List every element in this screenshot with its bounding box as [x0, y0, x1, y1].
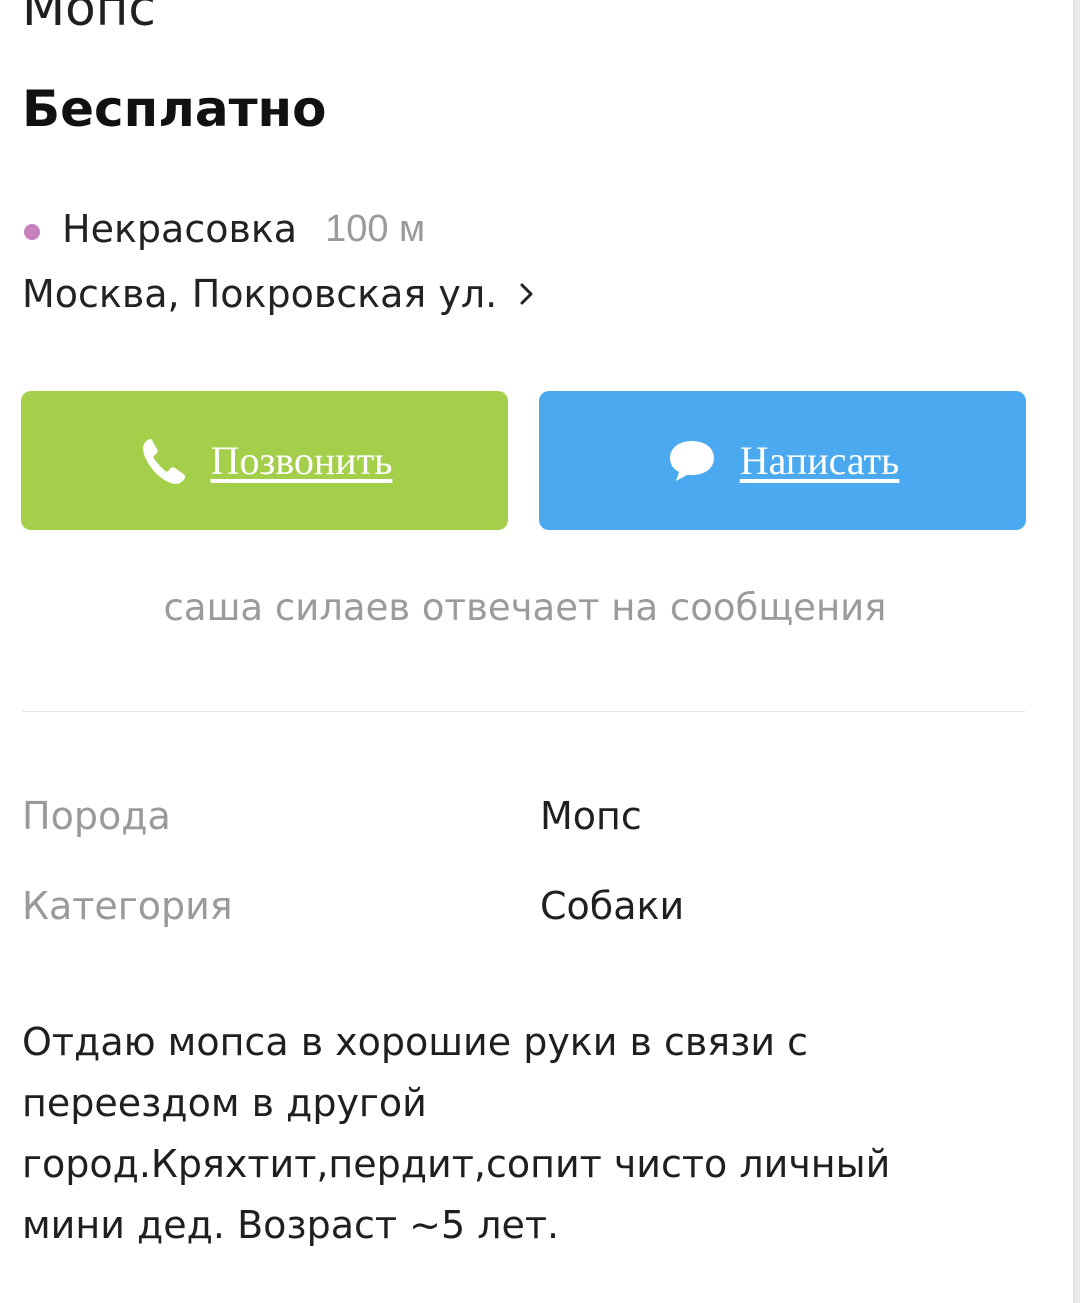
metro-distance: 100 м	[325, 207, 426, 250]
listing-title: Мопс	[22, 0, 156, 37]
param-value-category: Собаки	[540, 884, 685, 928]
address-link[interactable]: Москва, Покровская ул.	[22, 268, 539, 320]
write-button-label: Написать	[739, 438, 900, 483]
description-line: мини дед. Возраст ~5 лет.	[22, 1203, 560, 1247]
description-line: переездом в другой	[22, 1081, 427, 1125]
metro-info: Некрасовка 100 м	[24, 204, 425, 254]
metro-line-dot-icon	[24, 224, 40, 240]
param-label-breed: Порода	[22, 794, 171, 838]
page-edge	[1073, 0, 1080, 1303]
param-label-category: Категория	[22, 884, 233, 928]
chevron-right-icon	[520, 283, 533, 305]
call-button[interactable]: Позвонить	[21, 391, 508, 530]
address-text: Москва, Покровская ул.	[22, 272, 498, 316]
listing-description: Отдаю мопса в хорошие руки в связи с пер…	[22, 1012, 1022, 1256]
param-value-breed: Мопс	[540, 794, 642, 838]
description-line: Отдаю мопса в хорошие руки в связи с	[22, 1020, 809, 1064]
chat-bubble-icon	[669, 440, 714, 481]
call-button-label: Позвонить	[210, 438, 393, 483]
section-divider	[22, 711, 1025, 712]
write-message-button[interactable]: Написать	[539, 391, 1026, 530]
listing-page: Мопс Бесплатно Некрасовка 100 м Москва, …	[0, 0, 1074, 1303]
listing-price: Бесплатно	[22, 80, 327, 138]
phone-icon	[142, 438, 185, 484]
seller-response-note: саша силаев отвечает на сообщения	[163, 586, 887, 629]
description-line: город.Кряхтит,пердит,сопит чисто личный	[22, 1142, 891, 1186]
metro-station: Некрасовка	[62, 207, 298, 251]
